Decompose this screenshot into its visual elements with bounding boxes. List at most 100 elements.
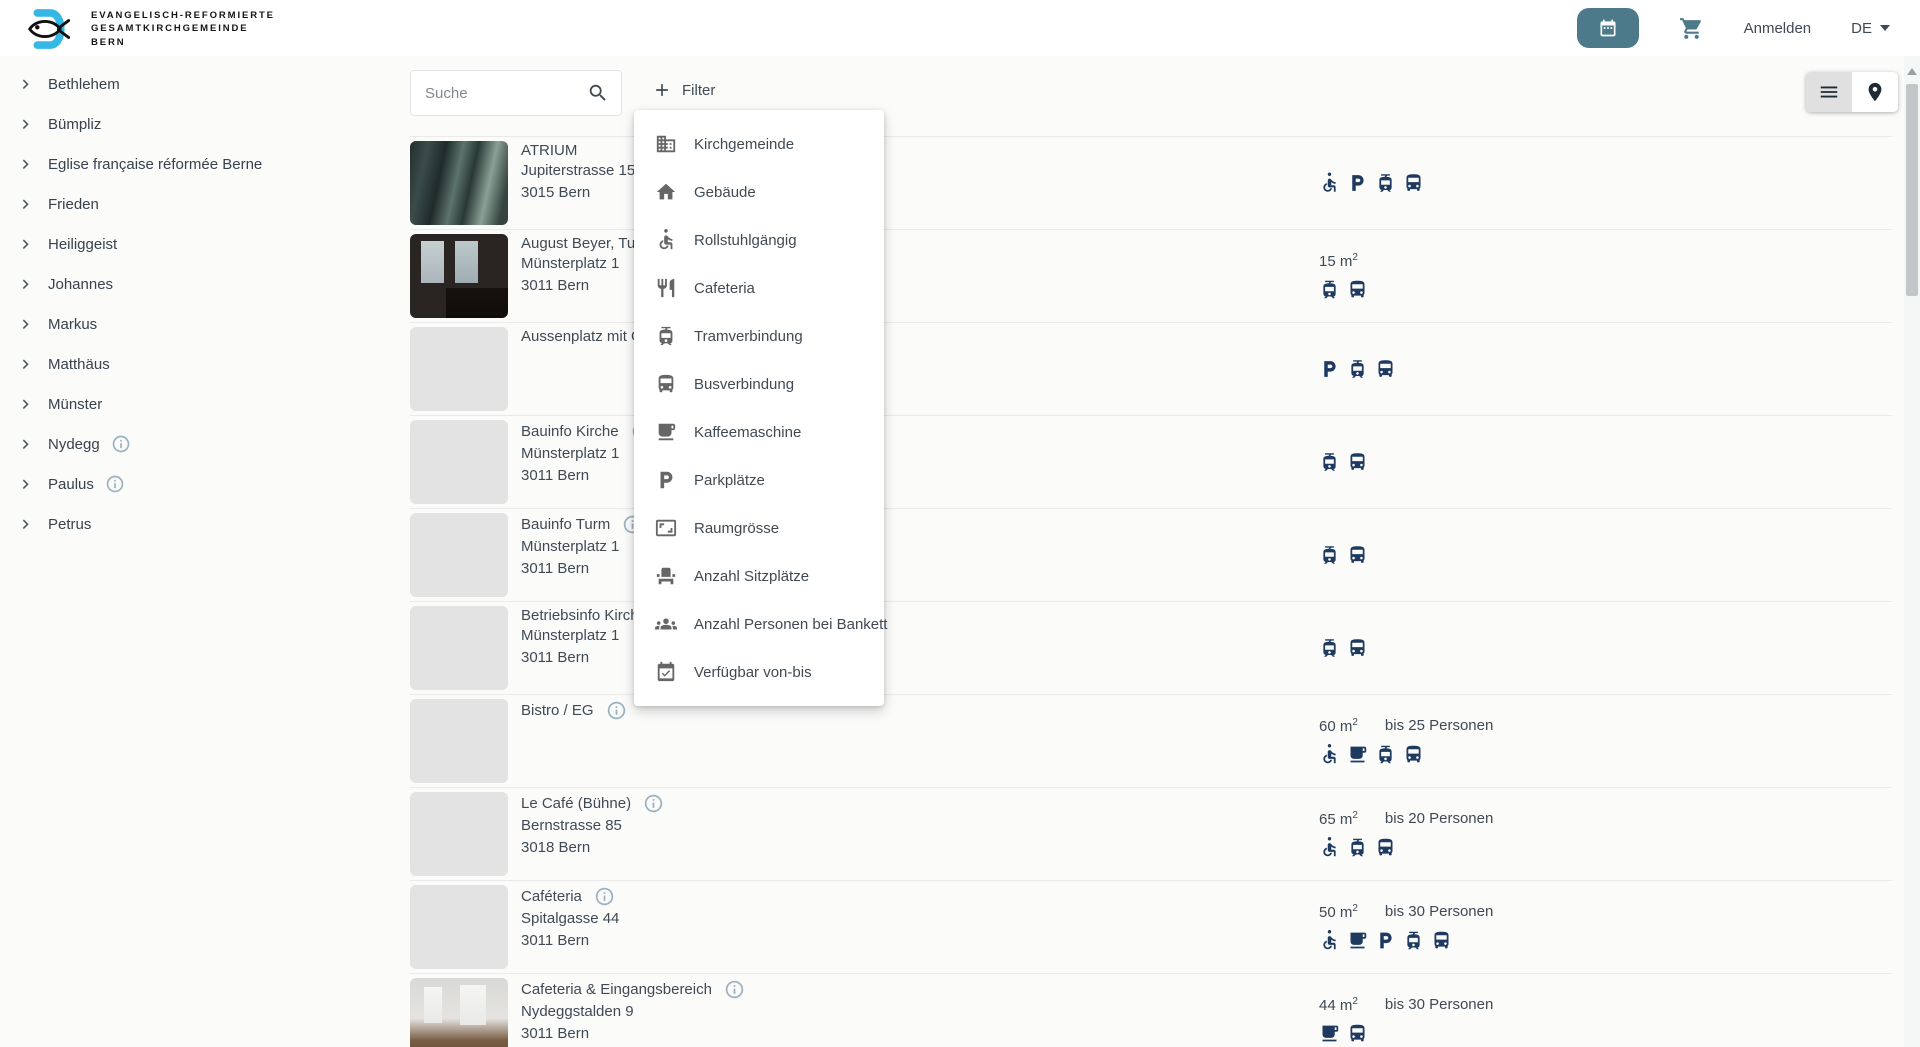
room-details: 44 m2bis 30 Personen bbox=[1319, 996, 1493, 1044]
filter-menu-item[interactable]: Rollstuhlgängig bbox=[634, 216, 884, 264]
scroll-up-icon[interactable] bbox=[1907, 68, 1917, 75]
filter-menu-item[interactable]: Verfügbar von-bis bbox=[634, 648, 884, 696]
list-icon bbox=[1818, 81, 1840, 103]
room-row[interactable]: Cafeteria & Eingangsbereich Nydeggstalde… bbox=[410, 973, 1892, 1047]
sidebar-item[interactable]: Paulus bbox=[0, 464, 410, 504]
room-title: Betriebsinfo Kirche bbox=[521, 607, 647, 624]
info-icon[interactable] bbox=[724, 979, 745, 1000]
cart-icon bbox=[1679, 16, 1704, 41]
room-row[interactable]: Bistro / EG 60 m2bis 25 Personen bbox=[410, 694, 1892, 787]
domain-icon bbox=[655, 133, 677, 155]
filter-menu-item[interactable]: Anzahl Sitzplätze bbox=[634, 552, 884, 600]
bus-icon bbox=[1403, 744, 1424, 765]
search-box[interactable] bbox=[410, 70, 622, 116]
room-capacity: bis 30 Personen bbox=[1385, 903, 1493, 921]
language-switcher[interactable]: DE bbox=[1851, 20, 1890, 37]
filter-menu-item[interactable]: Tramverbindung bbox=[634, 312, 884, 360]
bus-icon bbox=[655, 373, 677, 395]
filter-menu-item-label: Kirchgemeinde bbox=[694, 136, 794, 153]
sidebar-item[interactable]: Matthäus bbox=[0, 344, 410, 384]
room-details: 15 m2 bbox=[1319, 252, 1368, 300]
room-row[interactable]: Caféteria Spitalgasse 443011 Bern 50 m2b… bbox=[410, 880, 1892, 973]
filter-menu-item[interactable]: Parkplätze bbox=[634, 456, 884, 504]
room-photo bbox=[410, 699, 508, 783]
sidebar-item-label: Frieden bbox=[48, 196, 99, 213]
room-size: 60 m2 bbox=[1319, 717, 1358, 735]
filter-menu: Kirchgemeinde Gebäude Rollstuhlgängig Ca… bbox=[634, 110, 884, 706]
filter-menu-item[interactable]: Gebäude bbox=[634, 168, 884, 216]
filter-menu-item-label: Anzahl Personen bei Bankett bbox=[694, 616, 887, 633]
room-row[interactable]: August Beyer, Turm Münsterplatz 13011 Be… bbox=[410, 229, 1892, 322]
room-details bbox=[1319, 173, 1424, 194]
sidebar-item-label: Bethlehem bbox=[48, 76, 120, 93]
sidebar-item[interactable]: Münster bbox=[0, 384, 410, 424]
sidebar-item[interactable]: Heiliggeist bbox=[0, 224, 410, 264]
map-pin-icon bbox=[1864, 81, 1886, 103]
search-input[interactable] bbox=[425, 85, 587, 102]
sidebar-item[interactable]: Nydegg bbox=[0, 424, 410, 464]
room-address: 3011 Bern bbox=[521, 931, 913, 951]
tram-icon bbox=[1375, 744, 1396, 765]
filter-menu-item-label: Rollstuhlgängig bbox=[694, 232, 797, 249]
info-icon[interactable] bbox=[606, 700, 627, 721]
filter-menu-item-label: Anzahl Sitzplätze bbox=[694, 568, 809, 585]
room-photo bbox=[410, 141, 508, 225]
scrollbar-thumb[interactable] bbox=[1906, 84, 1918, 296]
login-link[interactable]: Anmelden bbox=[1744, 20, 1812, 37]
sidebar-item[interactable]: Johannes bbox=[0, 264, 410, 304]
parking-icon bbox=[1375, 930, 1396, 951]
sidebar-item[interactable]: Bümpliz bbox=[0, 104, 410, 144]
room-row[interactable]: Aussenplatz mit G bbox=[410, 322, 1892, 415]
info-icon[interactable] bbox=[643, 793, 664, 814]
info-icon[interactable] bbox=[111, 434, 131, 454]
filter-menu-item[interactable]: Kaffeemaschine bbox=[634, 408, 884, 456]
chevron-right-icon bbox=[16, 515, 35, 534]
accessible-icon bbox=[1319, 930, 1340, 951]
sidebar-item[interactable]: Frieden bbox=[0, 184, 410, 224]
list-view-button[interactable] bbox=[1806, 72, 1852, 112]
filter-menu-item[interactable]: Kirchgemeinde bbox=[634, 120, 884, 168]
bus-icon bbox=[1347, 1023, 1368, 1044]
filter-menu-item[interactable]: Raumgrösse bbox=[634, 504, 884, 552]
scrollbar[interactable] bbox=[1904, 56, 1920, 1047]
amenity-icons bbox=[1319, 638, 1368, 659]
filter-menu-item[interactable]: Anzahl Personen bei Bankett bbox=[634, 600, 884, 648]
bus-icon bbox=[1403, 173, 1424, 194]
amenity-icons bbox=[1319, 1023, 1493, 1044]
sidebar-item-label: Johannes bbox=[48, 276, 113, 293]
room-details: 60 m2bis 25 Personen bbox=[1319, 717, 1493, 765]
map-view-button[interactable] bbox=[1852, 72, 1898, 112]
filter-menu-item-label: Kaffeemaschine bbox=[694, 424, 801, 441]
filter-menu-item[interactable]: Cafeteria bbox=[634, 264, 884, 312]
room-photo bbox=[410, 234, 508, 318]
info-icon[interactable] bbox=[594, 886, 615, 907]
room-row[interactable]: Bauinfo Kirche Münsterplatz 13011 Bern bbox=[410, 415, 1892, 508]
filter-menu-item-label: Gebäude bbox=[694, 184, 756, 201]
cart-button[interactable] bbox=[1679, 16, 1704, 41]
coffee-icon bbox=[655, 421, 677, 443]
room-row[interactable]: Bauinfo Turm Münsterplatz 13011 Bern bbox=[410, 508, 1892, 601]
filter-button[interactable]: Filter bbox=[652, 80, 715, 100]
info-icon[interactable] bbox=[105, 474, 125, 494]
sidebar-item[interactable]: Bethlehem bbox=[0, 64, 410, 104]
sidebar-item[interactable]: Petrus bbox=[0, 504, 410, 544]
room-details: 65 m2bis 20 Personen bbox=[1319, 810, 1493, 858]
room-row[interactable]: ATRIUM Jupiterstrasse 153015 Bern bbox=[410, 136, 1892, 229]
room-capacity: bis 20 Personen bbox=[1385, 810, 1493, 828]
calendar-button[interactable] bbox=[1577, 8, 1639, 48]
room-row[interactable]: Betriebsinfo Kirche Münsterplatz 13011 B… bbox=[410, 601, 1892, 694]
sidebar-item-label: Markus bbox=[48, 316, 97, 333]
tram-icon bbox=[1319, 638, 1340, 659]
filter-menu-item-label: Tramverbindung bbox=[694, 328, 803, 345]
calendar-icon bbox=[1598, 18, 1618, 38]
logo[interactable]: EVANGELISCH-REFORMIERTE GESAMTKIRCHGEMEI… bbox=[24, 7, 275, 51]
filter-menu-item[interactable]: Busverbindung bbox=[634, 360, 884, 408]
sidebar-item[interactable]: Eglise française réformée Berne bbox=[0, 144, 410, 184]
room-row[interactable]: Le Café (Bühne) Bernstrasse 853018 Bern … bbox=[410, 787, 1892, 880]
sidebar-item[interactable]: Markus bbox=[0, 304, 410, 344]
room-title: August Beyer, Turm bbox=[521, 235, 653, 252]
fish-logo-icon bbox=[24, 7, 76, 51]
filter-button-label: Filter bbox=[682, 82, 715, 99]
bus-icon bbox=[1347, 638, 1368, 659]
room-size: 44 m2 bbox=[1319, 996, 1358, 1014]
